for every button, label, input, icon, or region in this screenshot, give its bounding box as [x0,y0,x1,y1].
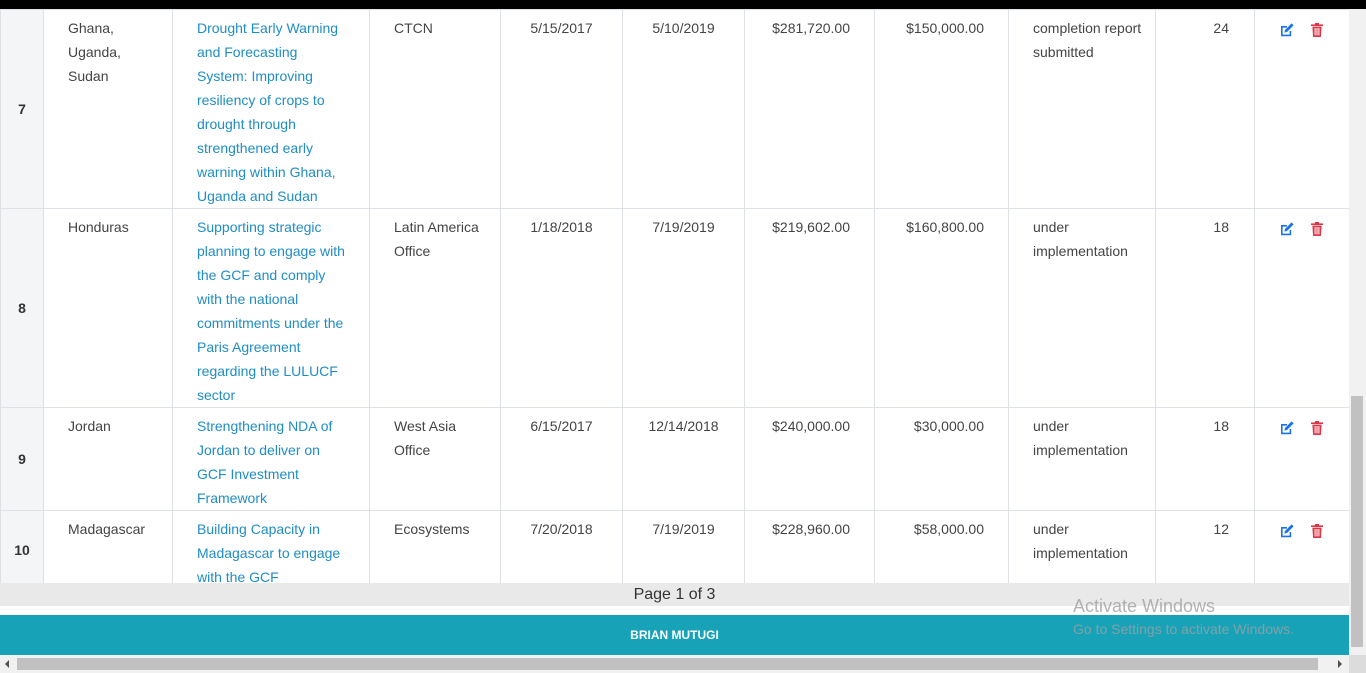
start-date-cell: 5/15/2017 [500,9,623,209]
scrollbar-corner [1349,655,1366,673]
activate-windows-subtitle: Go to Settings to activate Windows. [1073,621,1294,637]
end-date-cell: 7/19/2019 [622,510,745,590]
project-link[interactable]: Building Capacity in Madagascar to engag… [197,521,340,585]
row-index: 7 [0,9,44,209]
status-cell: under implementation [1008,407,1156,511]
country-cell: Ghana, Uganda, Sudan [43,9,173,209]
amount-cell: $58,000.00 [874,510,1009,590]
country-cell: Jordan [43,407,173,511]
row-index: 8 [0,208,44,408]
start-date-cell: 6/15/2017 [500,407,623,511]
activate-windows-title: Activate Windows [1073,596,1216,616]
amount-cell: $150,000.00 [874,9,1009,209]
budget-cell: $281,720.00 [744,9,875,209]
months-cell: 18 [1155,407,1255,511]
edit-icon[interactable] [1279,21,1295,37]
budget-cell: $219,602.00 [744,208,875,408]
edit-icon[interactable] [1279,220,1295,236]
status-cell: completion report submitted [1008,9,1156,209]
top-bar [0,0,1366,9]
end-date-cell: 5/10/2019 [622,9,745,209]
office-cell: Ecosystems [369,510,501,590]
office-cell: West Asia Office [369,407,501,511]
end-date-cell: 12/14/2018 [622,407,745,511]
vertical-scroll-thumb[interactable] [1351,396,1363,647]
months-cell: 18 [1155,208,1255,408]
actions-cell [1254,208,1349,408]
edit-icon[interactable] [1279,419,1295,435]
country-cell: Honduras [43,208,173,408]
activate-windows-watermark: Activate Windows Go to Settings to activ… [1073,596,1294,641]
amount-cell: $30,000.00 [874,407,1009,511]
status-cell: under implementation [1008,510,1156,590]
scroll-left-arrow-icon[interactable] [5,660,9,668]
trash-icon[interactable] [1309,21,1325,37]
budget-cell: $240,000.00 [744,407,875,511]
project-link[interactable]: Drought Early Warning and Forecasting Sy… [197,20,338,204]
row-index: 9 [0,407,44,511]
start-date-cell: 7/20/2018 [500,510,623,590]
trash-icon[interactable] [1309,419,1325,435]
actions-cell [1254,9,1349,209]
office-cell: CTCN [369,9,501,209]
end-date-cell: 7/19/2019 [622,208,745,408]
table-row: 10 Madagascar Building Capacity in Madag… [0,510,1349,590]
actions-cell [1254,407,1349,511]
months-cell: 12 [1155,510,1255,590]
horizontal-scroll-thumb[interactable] [17,658,1318,670]
table-row: 7 Ghana, Uganda, Sudan Drought Early War… [0,9,1349,209]
trash-icon[interactable] [1309,522,1325,538]
footer-user-name: BRIAN MUTUGI [630,628,719,642]
amount-cell: $160,800.00 [874,208,1009,408]
budget-cell: $228,960.00 [744,510,875,590]
project-link[interactable]: Supporting strategic planning to engage … [197,219,345,403]
country-cell: Madagascar [43,510,173,590]
office-cell: Latin America Office [369,208,501,408]
edit-icon[interactable] [1279,522,1295,538]
scroll-right-arrow-icon[interactable] [1338,660,1342,668]
row-index: 10 [0,510,44,590]
projects-table: 7 Ghana, Uganda, Sudan Drought Early War… [0,9,1349,590]
actions-cell [1254,510,1349,590]
status-cell: under implementation [1008,208,1156,408]
horizontal-scrollbar[interactable] [0,655,1349,673]
trash-icon[interactable] [1309,220,1325,236]
vertical-scrollbar[interactable] [1349,9,1366,659]
table-row: 8 Honduras Supporting strategic planning… [0,208,1349,408]
table-row: 9 Jordan Strengthening NDA of Jordan to … [0,407,1349,511]
project-link[interactable]: Strengthening NDA of Jordan to deliver o… [197,418,332,506]
start-date-cell: 1/18/2018 [500,208,623,408]
projects-table-container: 7 Ghana, Uganda, Sudan Drought Early War… [0,9,1349,590]
months-cell: 24 [1155,9,1255,209]
